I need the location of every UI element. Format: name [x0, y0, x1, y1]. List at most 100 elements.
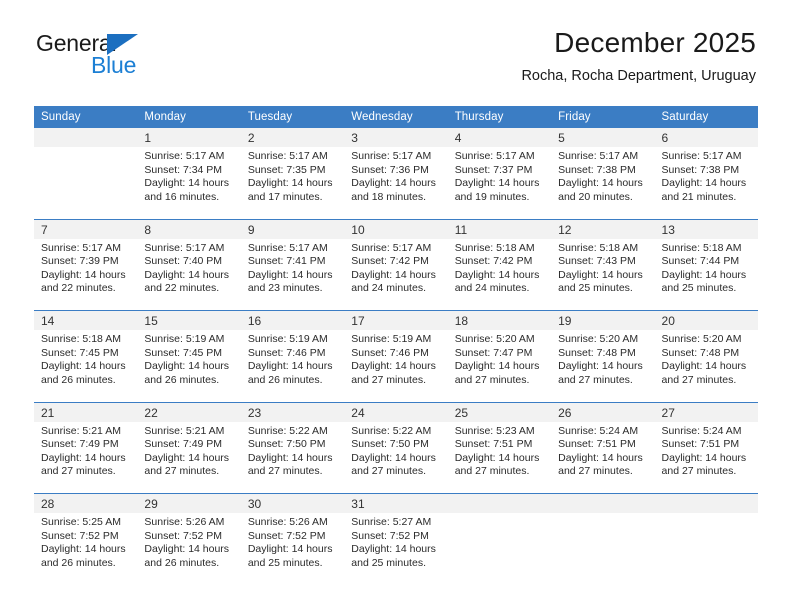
day-number-cell[interactable]: 9	[240, 218, 345, 239]
weekday-header-tuesday: Tuesday	[240, 106, 345, 128]
day-info-cell: Sunrise: 5:19 AM Sunset: 7:45 PM Daylight:…	[137, 330, 241, 402]
day-number-cell[interactable]: 4	[447, 128, 552, 147]
day-info-cell: Sunrise: 5:17 AM Sunset: 7:37 PM Daylight:…	[447, 147, 552, 219]
day-number-cell[interactable]: 25	[447, 401, 552, 422]
daylight-text-line1: Daylight: 14 hours	[454, 177, 540, 190]
day-info-cell: Sunrise: 5:17 AM Sunset: 7:38 PM Daylight:…	[654, 147, 758, 219]
day-number-cell[interactable]: 5	[551, 128, 655, 147]
daylight-text-line2: and 24 minutes.	[454, 282, 530, 295]
sunset-text: Sunset: 7:46 PM	[351, 346, 429, 359]
day-number-cell[interactable]: 29	[137, 493, 241, 513]
day-number-cell[interactable]: 27	[654, 401, 758, 422]
sunset-text: Sunset: 7:41 PM	[247, 255, 326, 268]
daylight-text-line1: Daylight: 14 hours	[41, 268, 126, 281]
day-info-cell: Sunrise: 5:17 AM Sunset: 7:39 PM Daylight:…	[34, 238, 138, 311]
day-number-cell[interactable]: 24	[344, 401, 448, 422]
day-number-cell[interactable]: 8	[137, 218, 241, 239]
day-number-cell[interactable]: 20	[654, 310, 758, 330]
sunset-text: Sunset: 7:49 PM	[144, 438, 223, 451]
day-number-cell[interactable]: 18	[447, 310, 552, 330]
sunrise-text: Sunrise: 5:19 AM	[247, 333, 328, 345]
day-info-empty	[654, 513, 758, 585]
day-number-cell[interactable]: 13	[654, 218, 758, 239]
daylight-text-line1: Daylight: 14 hours	[41, 451, 126, 464]
day-number-cell[interactable]: 26	[551, 401, 655, 422]
daylight-text-line2: and 23 minutes.	[247, 282, 323, 295]
page-title: December 2025	[554, 27, 756, 58]
day-info-cell: Sunrise: 5:17 AM Sunset: 7:42 PM Daylight:…	[344, 238, 448, 311]
sunrise-text: Sunrise: 5:26 AM	[144, 516, 225, 528]
sunrise-text: Sunrise: 5:17 AM	[661, 150, 742, 162]
daylight-text-line2: and 19 minutes.	[454, 190, 530, 203]
day-info-cell: Sunrise: 5:19 AM Sunset: 7:46 PM Daylight:…	[240, 330, 345, 402]
day-info-cell: Sunrise: 5:24 AM Sunset: 7:51 PM Daylight:…	[551, 421, 655, 494]
day-number-cell[interactable]: 2	[240, 128, 345, 147]
sunrise-text: Sunrise: 5:24 AM	[558, 424, 639, 437]
daylight-text-line2: and 20 minutes.	[558, 190, 633, 203]
daylight-text-line2: and 16 minutes.	[144, 190, 220, 203]
sunrise-text: Sunrise: 5:24 AM	[661, 424, 742, 437]
daylight-text-line1: Daylight: 14 hours	[247, 360, 333, 373]
daylight-text-line2: and 27 minutes.	[351, 465, 426, 478]
day-number-cell[interactable]: 6	[654, 128, 758, 147]
day-number-cell[interactable]: 14	[34, 310, 138, 330]
day-number-cell[interactable]: 22	[137, 401, 241, 422]
day-number-cell[interactable]: 12	[551, 218, 655, 239]
sunset-text: Sunset: 7:49 PM	[41, 438, 119, 451]
day-number-cell[interactable]: 17	[344, 310, 448, 330]
day-number-empty	[447, 493, 552, 513]
day-number-cell[interactable]: 19	[551, 310, 655, 330]
daylight-text-line2: and 26 minutes.	[41, 556, 116, 569]
day-number-cell[interactable]: 1	[137, 128, 241, 147]
day-info-cell: Sunrise: 5:20 AM Sunset: 7:48 PM Daylight:…	[654, 330, 758, 402]
weekday-header-thursday: Thursday	[447, 106, 552, 128]
sunset-text: Sunset: 7:38 PM	[558, 163, 636, 176]
daylight-text-line1: Daylight: 14 hours	[144, 543, 230, 556]
sunset-text: Sunset: 7:34 PM	[144, 163, 223, 176]
day-info-cell: Sunrise: 5:17 AM Sunset: 7:34 PM Daylight:…	[137, 147, 241, 219]
sunrise-text: Sunrise: 5:20 AM	[454, 333, 535, 345]
daylight-text-line1: Daylight: 14 hours	[454, 268, 540, 281]
daylight-text-line2: and 25 minutes.	[558, 282, 633, 295]
daylight-text-line2: and 26 minutes.	[41, 373, 116, 386]
title-block: December 2025 Rocha, Rocha Department, U…	[521, 26, 756, 86]
day-number-cell[interactable]: 3	[344, 128, 448, 147]
sunrise-text: Sunrise: 5:21 AM	[144, 424, 225, 437]
day-info-cell: Sunrise: 5:26 AM Sunset: 7:52 PM Daylight:…	[137, 513, 241, 585]
generalblue-logo[interactable]: General Blue	[36, 32, 186, 82]
daylight-text-line2: and 27 minutes.	[558, 465, 633, 478]
daylight-text-line2: and 24 minutes.	[351, 282, 426, 295]
sunset-text: Sunset: 7:50 PM	[247, 438, 326, 451]
daylight-text-line1: Daylight: 14 hours	[351, 451, 436, 464]
sunset-text: Sunset: 7:37 PM	[454, 163, 533, 176]
day-number-cell[interactable]: 31	[344, 493, 448, 513]
weekday-header-monday: Monday	[137, 106, 241, 128]
day-number-cell[interactable]: 7	[34, 218, 138, 239]
sunrise-text: Sunrise: 5:17 AM	[351, 150, 432, 162]
daylight-text-line1: Daylight: 14 hours	[661, 360, 747, 373]
sunset-text: Sunset: 7:38 PM	[661, 163, 740, 176]
daylight-text-line1: Daylight: 14 hours	[351, 268, 436, 281]
daylight-text-line2: and 26 minutes.	[144, 373, 220, 386]
day-info-cell: Sunrise: 5:25 AM Sunset: 7:52 PM Daylight:…	[34, 513, 138, 585]
day-number-cell[interactable]: 15	[137, 310, 241, 330]
day-number-cell[interactable]: 30	[240, 493, 345, 513]
daylight-text-line2: and 25 minutes.	[247, 556, 323, 569]
sunrise-text: Sunrise: 5:25 AM	[41, 516, 121, 528]
day-number-cell[interactable]: 10	[344, 218, 448, 239]
day-number-cell[interactable]: 21	[34, 401, 138, 422]
day-info-empty	[34, 147, 138, 219]
sunset-text: Sunset: 7:51 PM	[454, 438, 533, 451]
page-header: General Blue December 2025 Rocha, Rocha …	[0, 0, 792, 84]
day-info-cell: Sunrise: 5:22 AM Sunset: 7:50 PM Daylight:…	[240, 421, 345, 494]
daylight-text-line1: Daylight: 14 hours	[41, 360, 126, 373]
day-number-cell[interactable]: 16	[240, 310, 345, 330]
day-info-cell: Sunrise: 5:20 AM Sunset: 7:48 PM Daylight:…	[551, 330, 655, 402]
day-info-cell: Sunrise: 5:21 AM Sunset: 7:49 PM Daylight:…	[137, 421, 241, 494]
day-number-cell[interactable]: 11	[447, 218, 552, 239]
day-number-cell[interactable]: 28	[34, 493, 138, 513]
day-info-empty	[447, 513, 552, 585]
week-info-row: Sunrise: 5:17 AM Sunset: 7:39 PM Daylight:…	[34, 238, 758, 311]
daylight-text-line1: Daylight: 14 hours	[454, 451, 540, 464]
day-number-cell[interactable]: 23	[240, 401, 345, 422]
